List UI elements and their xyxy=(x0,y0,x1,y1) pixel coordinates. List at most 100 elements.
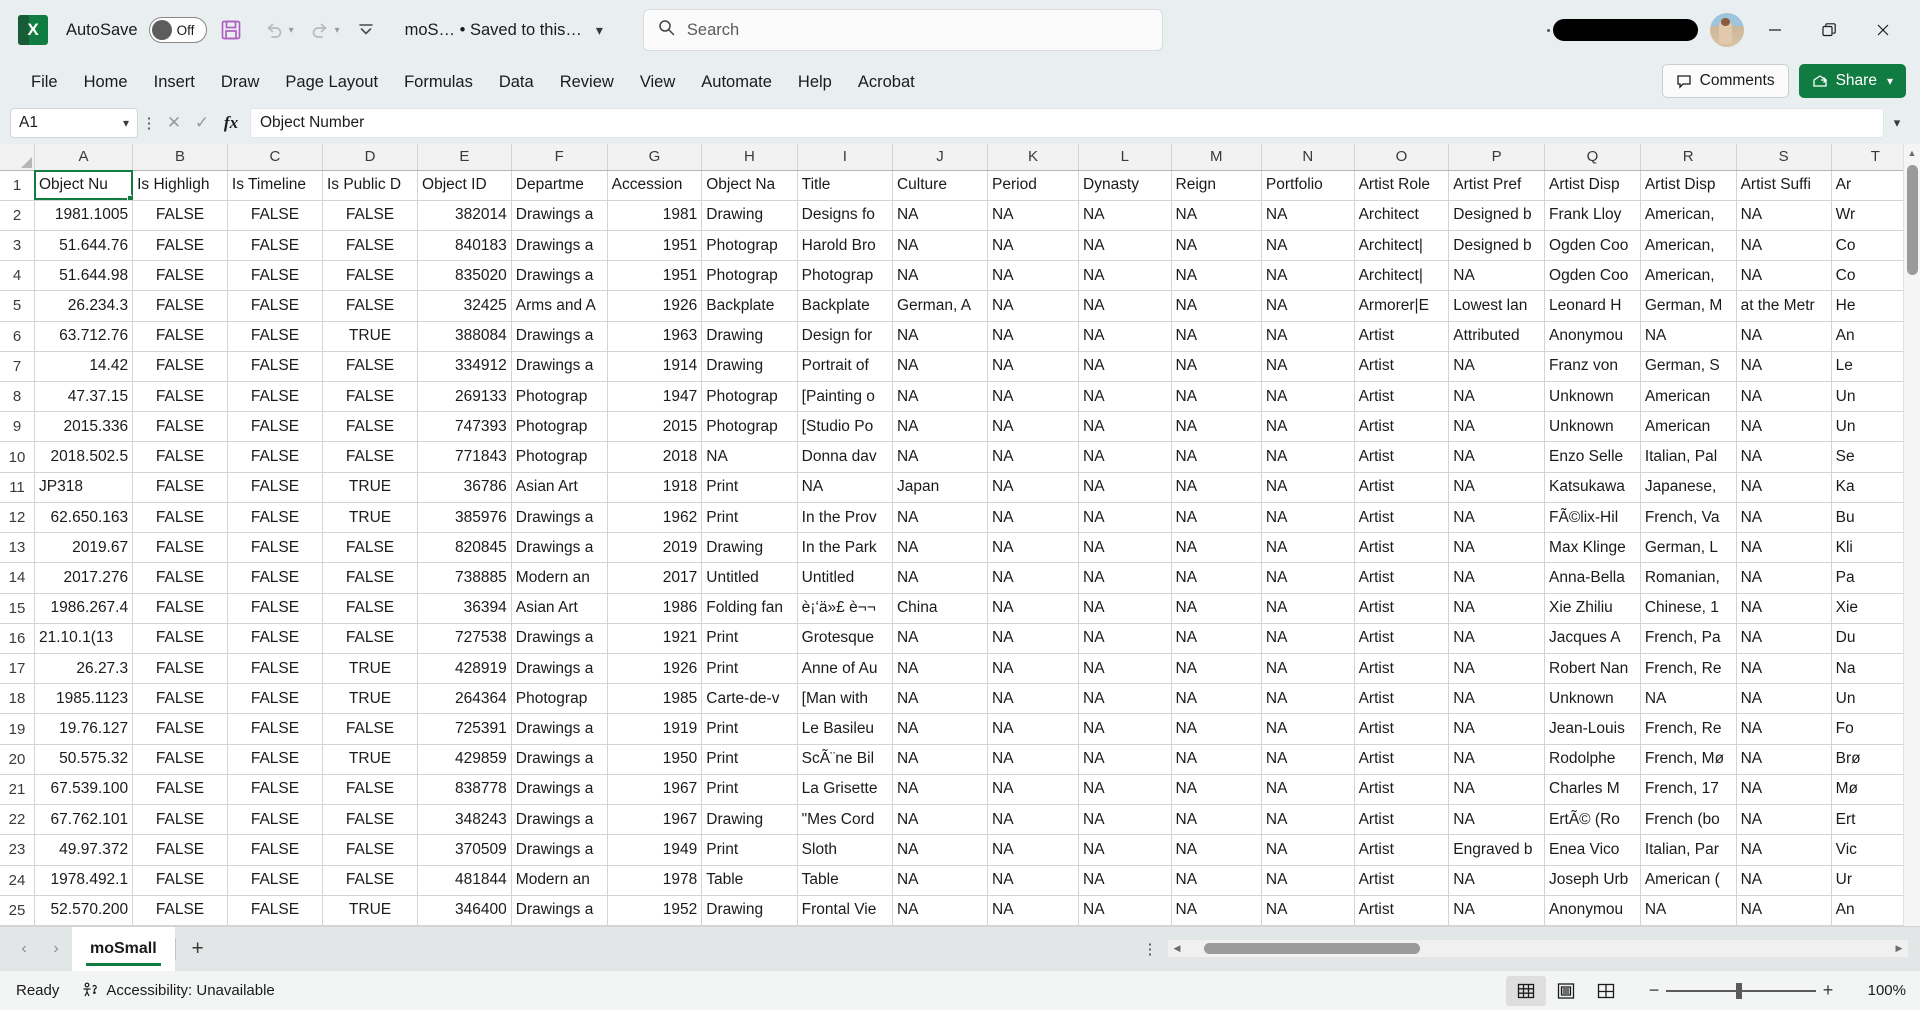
cell-a14[interactable]: 2017.276 xyxy=(34,563,132,593)
cell-s5[interactable]: at the Metr xyxy=(1736,291,1831,321)
cell-p12[interactable]: NA xyxy=(1449,502,1545,532)
cell-h6[interactable]: Drawing xyxy=(702,321,797,351)
cell-f6[interactable]: Drawings a xyxy=(511,321,607,351)
cell-c6[interactable]: FALSE xyxy=(227,321,322,351)
cell-f15[interactable]: Asian Art xyxy=(511,593,607,623)
cell-k8[interactable]: NA xyxy=(988,382,1079,412)
cell-c21[interactable]: FALSE xyxy=(227,774,322,804)
cell-r19[interactable]: French, Re xyxy=(1640,714,1736,744)
cell-f10[interactable]: Photograp xyxy=(511,442,607,472)
row-header-10[interactable]: 10 xyxy=(0,442,34,472)
cell-e11[interactable]: 36786 xyxy=(418,472,512,502)
cell-h19[interactable]: Print xyxy=(702,714,797,744)
cell-i7[interactable]: Portrait of xyxy=(797,351,892,381)
next-sheet-icon[interactable]: › xyxy=(40,933,72,965)
cell-i24[interactable]: Table xyxy=(797,865,892,895)
cell-e5[interactable]: 32425 xyxy=(418,291,512,321)
cell-m19[interactable]: NA xyxy=(1171,714,1261,744)
tab-formulas[interactable]: Formulas xyxy=(391,70,486,102)
cell-o19[interactable]: Artist xyxy=(1354,714,1449,744)
cell-q2[interactable]: Frank Lloy xyxy=(1545,200,1641,230)
row-header-13[interactable]: 13 xyxy=(0,533,34,563)
cell-n8[interactable]: NA xyxy=(1261,382,1354,412)
column-header-p[interactable]: P xyxy=(1449,144,1545,170)
cell-f16[interactable]: Drawings a xyxy=(511,623,607,653)
column-header-j[interactable]: J xyxy=(892,144,987,170)
cell-n19[interactable]: NA xyxy=(1261,714,1354,744)
cell-j22[interactable]: NA xyxy=(892,805,987,835)
redo-icon[interactable] xyxy=(301,11,339,49)
cell-s20[interactable]: NA xyxy=(1736,744,1831,774)
row-header-7[interactable]: 7 xyxy=(0,351,34,381)
cell-e8[interactable]: 269133 xyxy=(418,382,512,412)
cell-a20[interactable]: 50.575.32 xyxy=(34,744,132,774)
cell-c3[interactable]: FALSE xyxy=(227,230,322,260)
cell-o7[interactable]: Artist xyxy=(1354,351,1449,381)
zoom-slider[interactable] xyxy=(1666,983,1816,999)
row-header-15[interactable]: 15 xyxy=(0,593,34,623)
cell-s25[interactable]: NA xyxy=(1736,895,1831,925)
page-layout-view-icon[interactable] xyxy=(1546,976,1586,1006)
cell-b19[interactable]: FALSE xyxy=(133,714,228,744)
cell-h9[interactable]: Photograp xyxy=(702,412,797,442)
cell-q1[interactable]: Artist Disp xyxy=(1545,170,1641,200)
cell-e14[interactable]: 738885 xyxy=(418,563,512,593)
cell-j9[interactable]: NA xyxy=(892,412,987,442)
cell-k25[interactable]: NA xyxy=(988,895,1079,925)
row-header-20[interactable]: 20 xyxy=(0,744,34,774)
cell-l5[interactable]: NA xyxy=(1079,291,1172,321)
cell-r4[interactable]: American, xyxy=(1640,261,1736,291)
cell-m16[interactable]: NA xyxy=(1171,623,1261,653)
cell-h14[interactable]: Untitled xyxy=(702,563,797,593)
column-header-g[interactable]: G xyxy=(607,144,702,170)
cell-o25[interactable]: Artist xyxy=(1354,895,1449,925)
cell-o11[interactable]: Artist xyxy=(1354,472,1449,502)
cell-q24[interactable]: Joseph Urb xyxy=(1545,865,1641,895)
add-sheet-button[interactable]: + xyxy=(176,927,220,971)
page-break-preview-icon[interactable] xyxy=(1586,976,1626,1006)
cell-s3[interactable]: NA xyxy=(1736,230,1831,260)
cell-j15[interactable]: China xyxy=(892,593,987,623)
cell-e10[interactable]: 771843 xyxy=(418,442,512,472)
cell-e13[interactable]: 820845 xyxy=(418,533,512,563)
cell-o8[interactable]: Artist xyxy=(1354,382,1449,412)
cell-o24[interactable]: Artist xyxy=(1354,865,1449,895)
cell-i13[interactable]: In the Park xyxy=(797,533,892,563)
cell-b20[interactable]: FALSE xyxy=(133,744,228,774)
cell-g11[interactable]: 1918 xyxy=(607,472,702,502)
cell-f13[interactable]: Drawings a xyxy=(511,533,607,563)
cell-d18[interactable]: TRUE xyxy=(322,684,417,714)
cell-l12[interactable]: NA xyxy=(1079,502,1172,532)
horizontal-scroll-thumb[interactable] xyxy=(1204,943,1420,954)
cell-f23[interactable]: Drawings a xyxy=(511,835,607,865)
cell-h22[interactable]: Drawing xyxy=(702,805,797,835)
cell-b3[interactable]: FALSE xyxy=(133,230,228,260)
cell-r6[interactable]: NA xyxy=(1640,321,1736,351)
cell-b22[interactable]: FALSE xyxy=(133,805,228,835)
cell-m14[interactable]: NA xyxy=(1171,563,1261,593)
cell-f1[interactable]: Departme xyxy=(511,170,607,200)
cell-i17[interactable]: Anne of Au xyxy=(797,654,892,684)
cell-g14[interactable]: 2017 xyxy=(607,563,702,593)
name-box-caret-icon[interactable]: ▾ xyxy=(123,116,129,130)
cell-l15[interactable]: NA xyxy=(1079,593,1172,623)
cell-m10[interactable]: NA xyxy=(1171,442,1261,472)
cell-m9[interactable]: NA xyxy=(1171,412,1261,442)
cell-q23[interactable]: Enea Vico xyxy=(1545,835,1641,865)
cell-g4[interactable]: 1951 xyxy=(607,261,702,291)
column-header-c[interactable]: C xyxy=(227,144,322,170)
cell-q10[interactable]: Enzo Selle xyxy=(1545,442,1641,472)
cell-q20[interactable]: Rodolphe xyxy=(1545,744,1641,774)
cell-o2[interactable]: Architect xyxy=(1354,200,1449,230)
tab-data[interactable]: Data xyxy=(486,70,547,102)
cell-k16[interactable]: NA xyxy=(988,623,1079,653)
cell-f25[interactable]: Drawings a xyxy=(511,895,607,925)
cell-m18[interactable]: NA xyxy=(1171,684,1261,714)
cell-l9[interactable]: NA xyxy=(1079,412,1172,442)
cell-l25[interactable]: NA xyxy=(1079,895,1172,925)
cell-g15[interactable]: 1986 xyxy=(607,593,702,623)
cell-g7[interactable]: 1914 xyxy=(607,351,702,381)
cell-l8[interactable]: NA xyxy=(1079,382,1172,412)
cell-g17[interactable]: 1926 xyxy=(607,654,702,684)
cell-b9[interactable]: FALSE xyxy=(133,412,228,442)
